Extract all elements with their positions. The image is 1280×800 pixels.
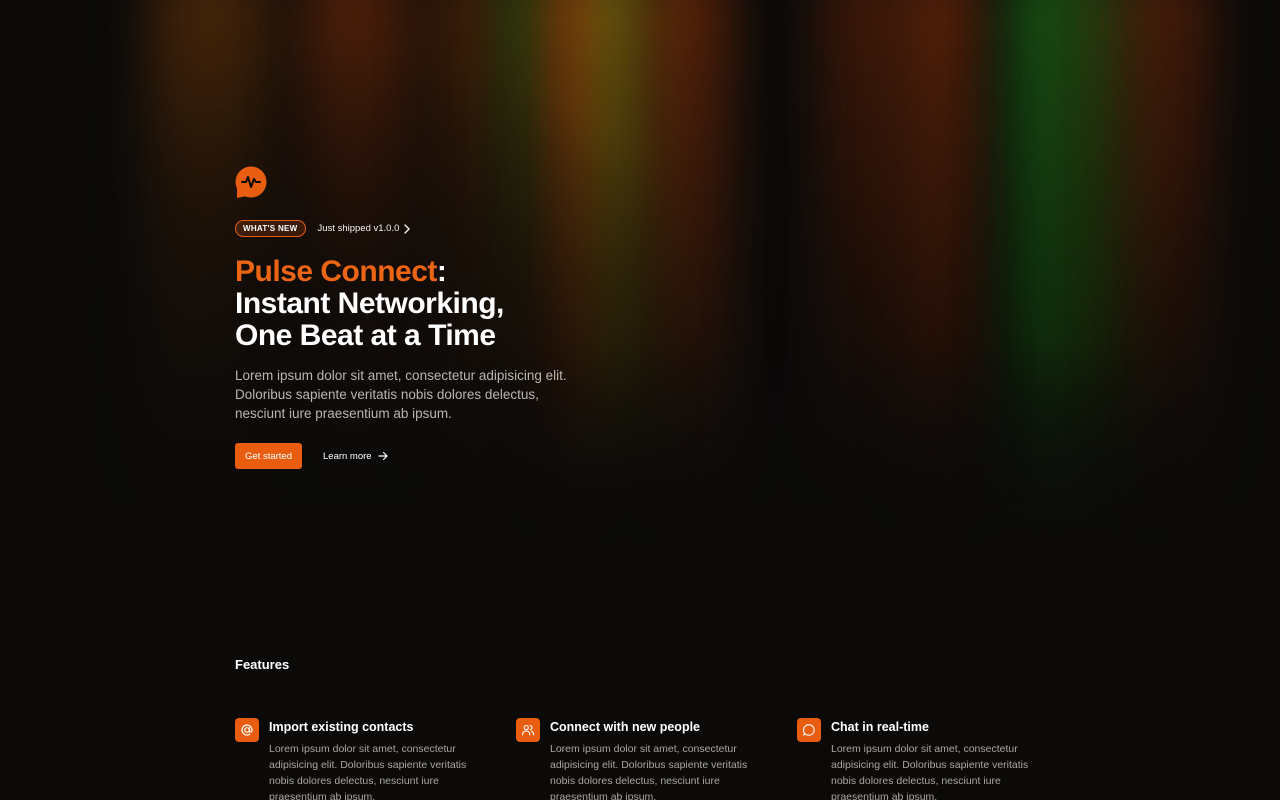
headline-line-3: One Beat at a Time [235, 319, 496, 352]
feature-description: Lorem ipsum dolor sit amet, consectetur … [831, 743, 1029, 800]
hero-headline: Pulse Connect: Instant Networking, One Bea… [235, 256, 615, 352]
whats-new-badge: WHAT'S NEW [235, 220, 306, 237]
pulse-chat-icon [235, 166, 267, 198]
hero-description: Lorem ipsum dolor sit amet, consectetur … [235, 368, 567, 421]
hero-logo-wrap [235, 166, 595, 199]
feature-title: Import existing contacts [269, 720, 414, 734]
feature-description: Lorem ipsum dolor sit amet, consectetur … [269, 743, 467, 800]
chevron-right-icon [404, 223, 411, 234]
arrow-right-icon [377, 451, 388, 461]
at-sign-icon [241, 724, 253, 736]
learn-more-link[interactable]: Learn more [323, 451, 388, 462]
users-icon [521, 724, 535, 736]
announcement-link[interactable]: Just shipped v1.0.0 [318, 223, 412, 234]
feature-title: Chat in real-time [831, 720, 929, 734]
get-started-button[interactable]: Get started [235, 443, 302, 469]
announcement-text: Just shipped v1.0.0 [317, 223, 400, 234]
feature-icon-box [516, 718, 540, 742]
feature-title: Connect with new people [550, 720, 701, 734]
feature-description: Lorem ipsum dolor sit amet, consectetur … [550, 743, 748, 800]
announcement-bar: WHAT'S NEW Just shipped v1.0.0 [235, 220, 411, 237]
headline-colon: : [436, 255, 447, 288]
headline-brand: Pulse Connect [235, 255, 437, 288]
feature-icon-box [797, 718, 821, 742]
hero-background [0, 0, 1280, 620]
hero-actions: Get started Learn more [235, 443, 388, 469]
feature-icon-box [235, 718, 259, 742]
headline-line-2: Instant Networking, [235, 287, 504, 320]
features-heading: Features [235, 657, 290, 672]
chat-bubble-icon [803, 724, 815, 736]
learn-more-label: Learn more [323, 450, 372, 462]
